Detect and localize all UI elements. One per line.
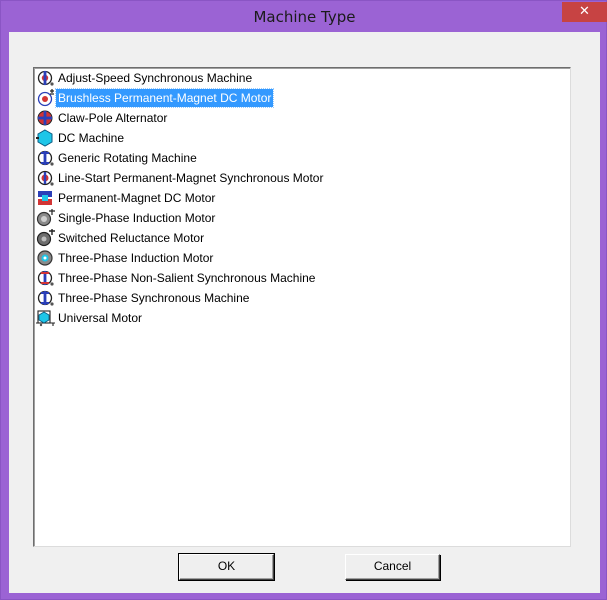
- three-phase-synchronous-icon: [37, 290, 54, 306]
- non-salient-synchronous-icon: [37, 270, 54, 286]
- machine-type-list[interactable]: Adjust-Speed Synchronous Machine Brushle…: [33, 67, 571, 547]
- cancel-button[interactable]: Cancel: [345, 554, 440, 580]
- single-phase-motor-icon: [36, 209, 55, 227]
- list-item-label: Line-Start Permanent-Magnet Synchronous …: [58, 171, 324, 185]
- three-phase-induction-motor-icon: [37, 250, 53, 266]
- list-item-label: Single-Phase Induction Motor: [58, 211, 216, 225]
- machine-type-dialog: Machine Type ✕ Adjust-Speed Synchronous …: [0, 0, 607, 600]
- ok-button[interactable]: OK: [178, 553, 275, 581]
- list-item-label: Three-Phase Induction Motor: [58, 251, 214, 265]
- list-item-label: Universal Motor: [58, 311, 143, 325]
- list-item-label: DC Machine: [58, 131, 125, 145]
- claw-pole-alternator-icon: [37, 110, 53, 126]
- switched-reluctance-motor-icon: [36, 229, 55, 247]
- dialog-body: Adjust-Speed Synchronous Machine Brushle…: [9, 32, 600, 593]
- generic-machine-icon: [37, 150, 54, 166]
- list-item-label: Permanent-Magnet DC Motor: [58, 191, 216, 205]
- close-button[interactable]: ✕: [562, 2, 607, 22]
- pm-dc-motor-icon: [38, 191, 52, 205]
- dc-machine-icon: [36, 129, 53, 147]
- window-title: Machine Type: [253, 8, 356, 26]
- list-item-label: Generic Rotating Machine: [58, 151, 197, 165]
- list-item-label: Brushless Permanent-Magnet DC Motor: [54, 88, 275, 108]
- title-bar[interactable]: Machine Type ✕: [1, 1, 607, 32]
- brushless-dc-motor-icon: [37, 89, 54, 107]
- list-item-label: Claw-Pole Alternator: [58, 111, 168, 125]
- synchronous-machine-icon: [37, 70, 54, 86]
- list-item-label: Adjust-Speed Synchronous Machine: [58, 71, 253, 85]
- list-item-label: Three-Phase Synchronous Machine: [58, 291, 250, 305]
- line-start-motor-icon: [37, 170, 54, 186]
- list-item-label: Switched Reluctance Motor: [58, 231, 205, 245]
- list-item-label: Three-Phase Non-Salient Synchronous Mach…: [58, 271, 316, 285]
- universal-motor-icon: [36, 310, 55, 327]
